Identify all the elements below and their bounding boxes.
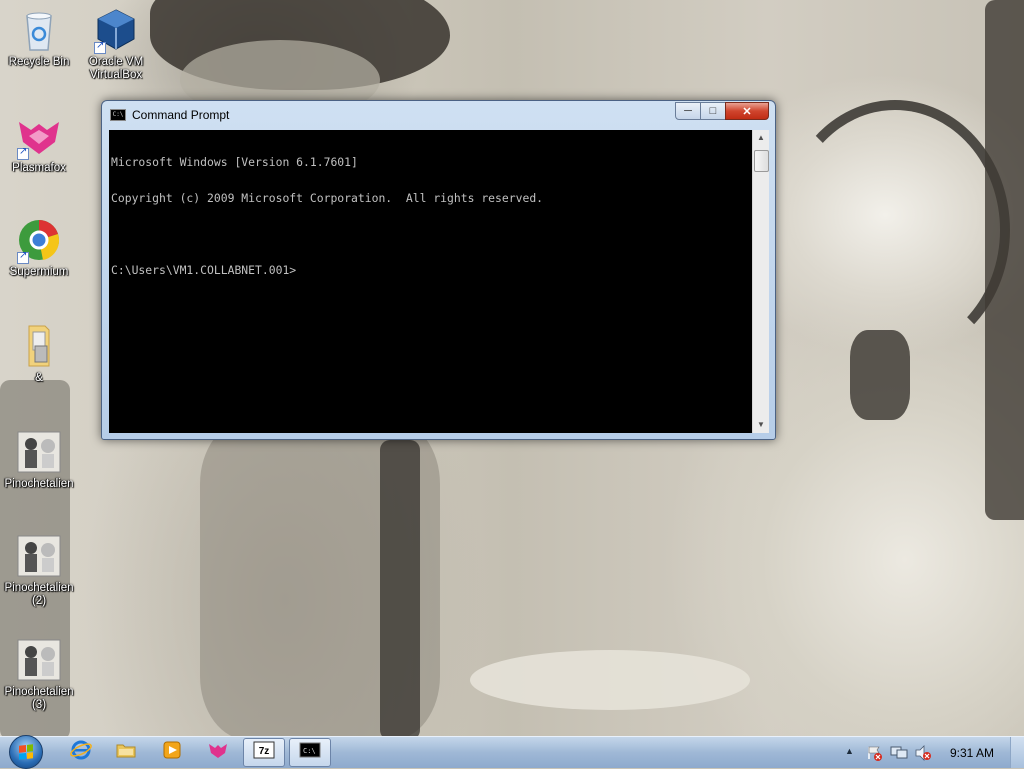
desktop-icon-plasmafox[interactable]: Plasmafox <box>1 112 77 175</box>
wallpaper-shape-neck <box>850 330 910 420</box>
wallpaper-shape-arm <box>470 650 750 710</box>
show-hidden-icons-icon[interactable]: ▲ <box>845 746 854 756</box>
shortcut-arrow-icon <box>94 40 106 54</box>
image-thumbnail-icon <box>15 532 63 580</box>
taskbar-command-prompt[interactable]: C:\ <box>289 738 331 767</box>
plasmafox-icon <box>15 112 63 160</box>
desktop-icon-pinochetalien[interactable]: Pinochetalien <box>1 428 77 491</box>
console-prompt-line: C:\Users\VM1.COLLABNET.001> <box>111 263 297 277</box>
wallpaper-shape-column <box>380 440 420 736</box>
taskbar-file-explorer[interactable] <box>105 738 147 767</box>
command-prompt-window[interactable]: C:\ Command Prompt ─ □ ✕ Microsoft Windo… <box>101 100 776 440</box>
scroll-up-arrow-icon[interactable]: ▲ <box>753 130 769 146</box>
minimize-button[interactable]: ─ <box>675 102 701 120</box>
desktop-icon-pinochetalien-2[interactable]: Pinochetalien (2) <box>1 532 77 608</box>
caption-buttons: ─ □ ✕ <box>675 102 769 120</box>
desktop-icon-recycle-bin[interactable]: Recycle Bin <box>1 6 77 69</box>
taskbar: 7z C:\ ▲ 9:31 AM <box>0 735 1024 769</box>
svg-text:C:\: C:\ <box>303 747 316 755</box>
scrollbar-thumb[interactable] <box>754 150 769 172</box>
network-icon[interactable] <box>890 745 908 766</box>
close-button[interactable]: ✕ <box>725 102 769 120</box>
taskbar-internet-explorer[interactable] <box>60 738 102 767</box>
desktop-icon-label: Recycle Bin <box>8 56 70 68</box>
desktop-icon-label: Pinochetalien (3) <box>4 686 74 711</box>
virtualbox-icon <box>92 6 140 54</box>
console-line: Copyright (c) 2009 Microsoft Corporation… <box>111 191 544 205</box>
volume-icon[interactable] <box>914 745 932 766</box>
plasmafox-icon <box>207 739 229 766</box>
image-thumbnail-icon <box>15 636 63 684</box>
image-thumbnail-icon <box>15 428 63 476</box>
supermium-icon <box>15 216 63 264</box>
taskbar-7zip[interactable]: 7z <box>243 738 285 767</box>
show-desktop-button[interactable] <box>1010 737 1024 768</box>
console-line: Microsoft Windows [Version 6.1.7601] <box>111 155 358 169</box>
desktop-icon-virtualbox[interactable]: Oracle VM VirtualBox <box>78 6 154 82</box>
cmd-icon: C:\ <box>110 109 126 121</box>
media-player-icon <box>161 739 183 766</box>
wallpaper-shape-head-outline <box>780 100 1010 360</box>
window-title: Command Prompt <box>132 108 230 122</box>
minimize-icon: ─ <box>684 105 692 117</box>
desktop-icon-folder[interactable]: & <box>1 322 77 385</box>
maximize-button[interactable]: □ <box>700 102 726 120</box>
desktop-icon-label: Plasmafox <box>12 162 66 174</box>
taskbar-clock[interactable]: 9:31 AM <box>950 746 994 760</box>
desktop-icon-label: & <box>35 372 43 384</box>
shortcut-arrow-icon <box>17 250 29 264</box>
scroll-down-arrow-icon[interactable]: ▼ <box>753 417 769 433</box>
7zip-icon: 7z <box>253 741 275 764</box>
desktop-icon-label: Oracle VM VirtualBox <box>88 56 144 81</box>
vertical-scrollbar[interactable]: ▲ ▼ <box>752 130 769 433</box>
maximize-icon: □ <box>709 105 717 117</box>
file-explorer-icon <box>115 739 137 766</box>
close-icon: ✕ <box>742 105 752 118</box>
folder-icon <box>15 322 63 370</box>
window-titlebar[interactable]: C:\ Command Prompt ─ □ ✕ <box>102 101 775 129</box>
recycle-bin-icon <box>15 6 63 54</box>
svg-text:7z: 7z <box>259 746 270 757</box>
taskbar-media-player[interactable] <box>151 738 193 767</box>
wallpaper-shape-dark-right <box>985 0 1024 520</box>
windows-logo-icon <box>19 744 33 760</box>
desktop-icon-pinochetalien-3[interactable]: Pinochetalien (3) <box>1 636 77 712</box>
desktop-icon-label: Pinochetalien (2) <box>4 582 74 607</box>
cmd-icon: C:\ <box>299 742 321 763</box>
internet-explorer-icon <box>70 739 92 766</box>
desktop-icon-label: Pinochetalien <box>4 478 74 490</box>
start-button[interactable] <box>9 735 43 769</box>
desktop-icon-supermium[interactable]: Supermium <box>1 216 77 279</box>
taskbar-plasmafox[interactable] <box>197 738 239 767</box>
console-output[interactable]: Microsoft Windows [Version 6.1.7601] Cop… <box>109 130 752 433</box>
desktop-icon-label: Supermium <box>9 266 69 278</box>
action-center-icon[interactable] <box>866 745 882 766</box>
shortcut-arrow-icon <box>17 146 29 160</box>
